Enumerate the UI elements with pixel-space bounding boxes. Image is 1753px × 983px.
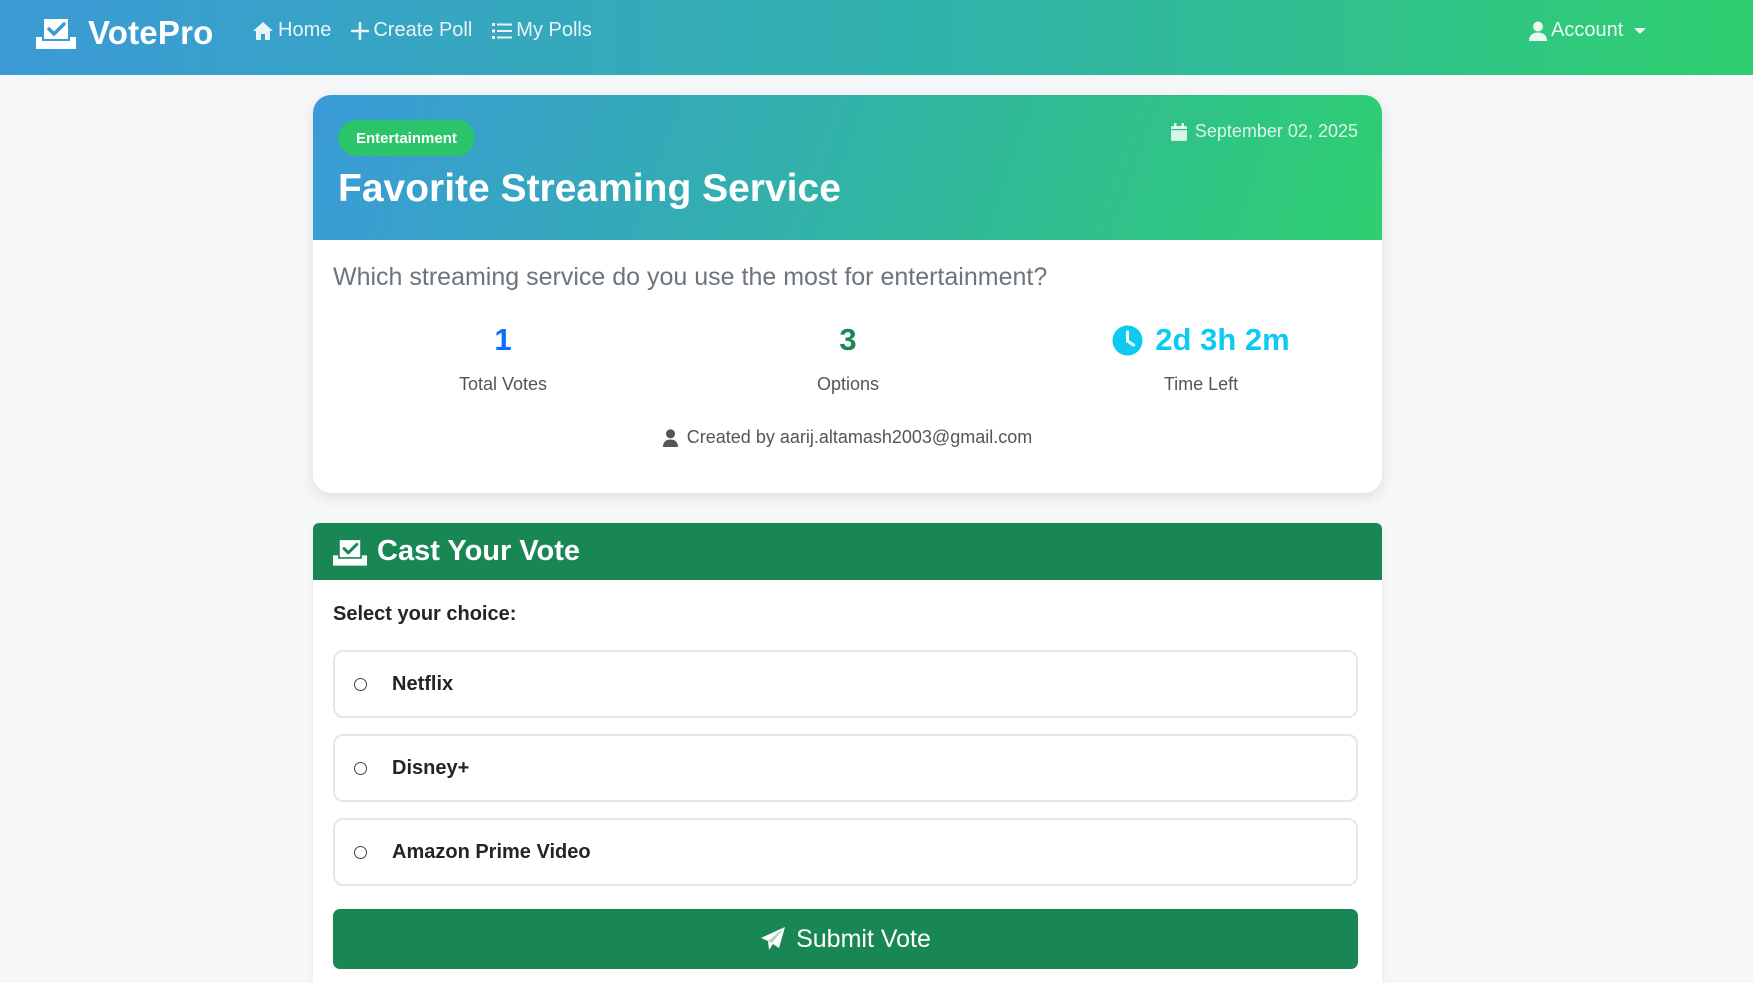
time-left-label: Time Left <box>1163 374 1239 394</box>
total-votes-value: 1 <box>494 322 512 357</box>
option-disney-plus[interactable]: Disney+ <box>333 734 1358 802</box>
plus-icon <box>351 21 370 40</box>
poll-creator: Created by aarij.altamash2003@gmail.com <box>313 427 1382 448</box>
option-radio[interactable] <box>354 677 367 691</box>
option-netflix[interactable]: Netflix <box>333 650 1358 718</box>
poll-title: Favorite Streaming Service <box>338 167 841 210</box>
clock-icon <box>1112 325 1143 355</box>
caret-down-icon <box>1634 27 1647 34</box>
poll-date: September 02, 2025 <box>1170 121 1358 142</box>
poll-info-card: Entertainment September 02, 2025 Favorit… <box>313 95 1382 493</box>
user-icon <box>1529 21 1547 41</box>
navbar: VotePro Home Create Poll My Polls Accoun… <box>0 0 1753 75</box>
brand-name: VotePro <box>88 14 214 51</box>
home-icon <box>253 21 273 40</box>
option-amazon-prime-video[interactable]: Amazon Prime Video <box>333 818 1358 886</box>
stat-total-votes: 1 Total Votes <box>333 320 673 395</box>
list-icon <box>492 22 513 39</box>
nav-my-polls[interactable]: My Polls <box>492 19 592 42</box>
option-label: Disney+ <box>392 756 470 779</box>
brand[interactable]: VotePro <box>36 14 213 52</box>
option-radio[interactable] <box>354 845 367 859</box>
stat-time-left: 2d 3h 2m Time Left <box>1031 320 1371 395</box>
options-count-value: 3 <box>839 322 857 357</box>
user-icon <box>662 428 678 447</box>
nav-my-polls-label: My Polls <box>516 19 592 41</box>
stat-options: 3 Options <box>678 320 1018 395</box>
poll-question: Which streaming service do you use the m… <box>333 263 1048 291</box>
cast-vote-title: Cast Your Vote <box>377 535 581 567</box>
nav-home[interactable]: Home <box>252 19 331 42</box>
nav-links: Home Create Poll My Polls <box>252 19 612 42</box>
vote-box-icon <box>36 19 76 49</box>
cast-vote-header: Cast Your Vote <box>313 523 1382 580</box>
account-dropdown[interactable]: Account <box>1529 19 1647 42</box>
options-count-label: Options <box>816 374 880 394</box>
calendar-icon <box>1170 122 1187 141</box>
select-choice-label: Select your choice: <box>333 603 517 625</box>
paper-plane-icon <box>761 927 786 950</box>
submit-vote-label: Submit Vote <box>796 924 931 953</box>
poll-header: Entertainment September 02, 2025 Favorit… <box>313 95 1382 240</box>
cast-vote-card: Cast Your Vote Select your choice: Netfl… <box>313 523 1382 983</box>
category-badge: Entertainment <box>338 120 475 156</box>
time-left-value: 2d 3h 2m <box>1155 322 1290 357</box>
nav-create-poll-label: Create Poll <box>373 19 473 41</box>
poll-creator-text: Created by aarij.altamash2003@gmail.com <box>686 427 1033 447</box>
account-label: Account <box>1551 19 1624 41</box>
option-label: Netflix <box>392 672 454 695</box>
submit-vote-button[interactable]: Submit Vote <box>333 909 1358 969</box>
poll-date-text: September 02, 2025 <box>1194 121 1358 141</box>
option-label: Amazon Prime Video <box>392 840 591 863</box>
time-left-value-row: 2d 3h 2m <box>1031 320 1371 360</box>
option-radio[interactable] <box>354 761 367 775</box>
nav-create-poll[interactable]: Create Poll <box>351 19 472 42</box>
total-votes-label: Total Votes <box>458 374 548 394</box>
vote-box-icon <box>333 539 367 566</box>
nav-home-label: Home <box>278 19 332 41</box>
